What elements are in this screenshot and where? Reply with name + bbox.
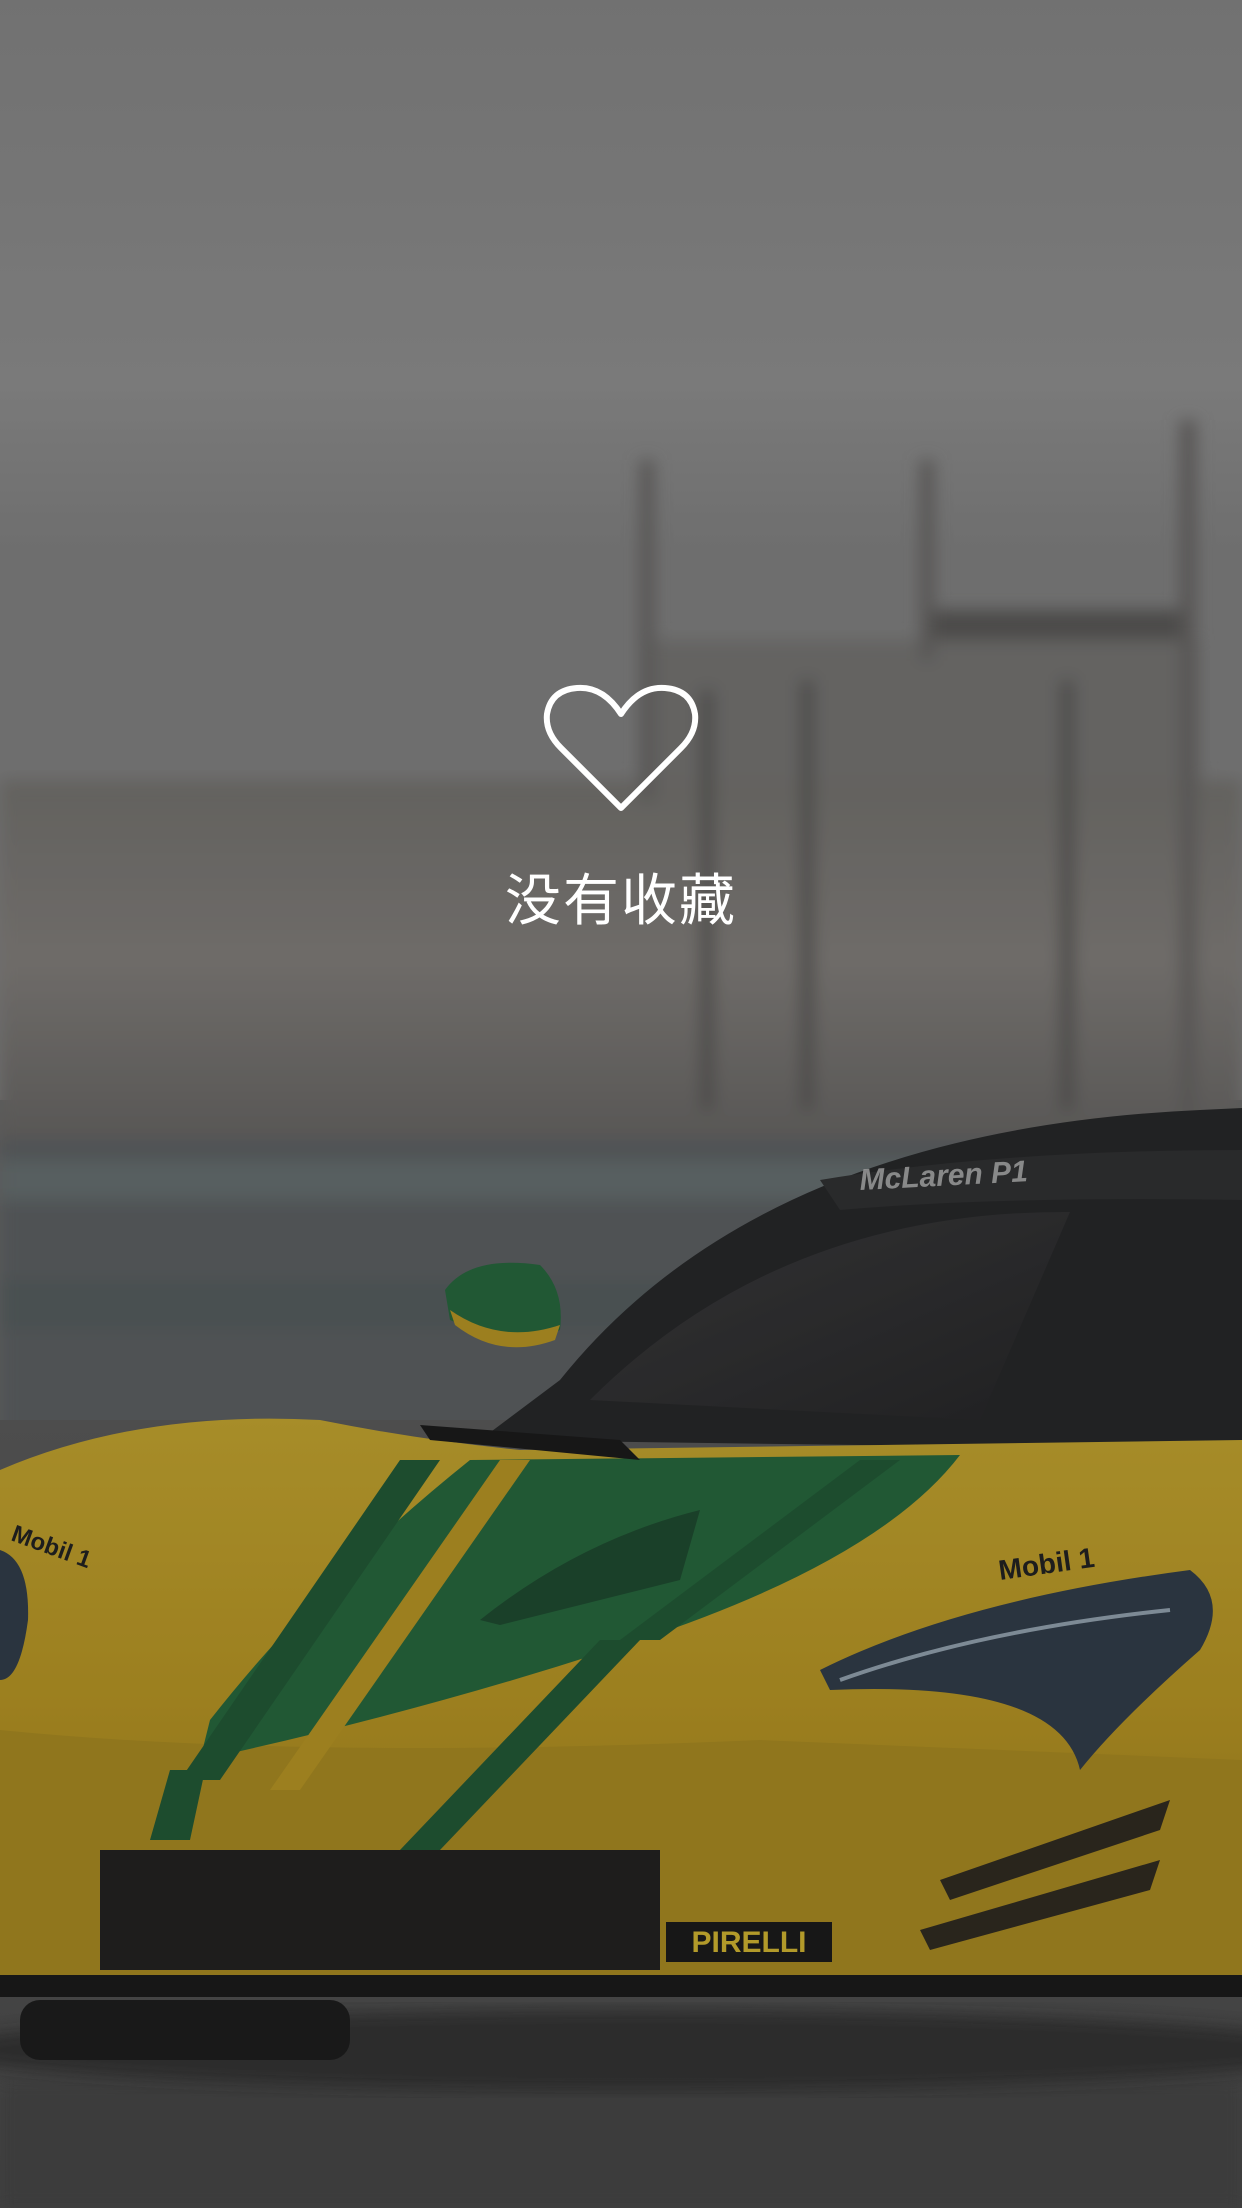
heart-outline-icon [543, 684, 699, 811]
empty-favorites-state: 没有收藏 [0, 680, 1242, 934]
background-dim-overlay [0, 0, 1242, 2208]
empty-favorites-message: 没有收藏 [505, 869, 737, 934]
favorites-empty-screen: PIRELLI Mobil 1 Mobil 1 McLaren P1 没有收藏 [0, 0, 1242, 2208]
